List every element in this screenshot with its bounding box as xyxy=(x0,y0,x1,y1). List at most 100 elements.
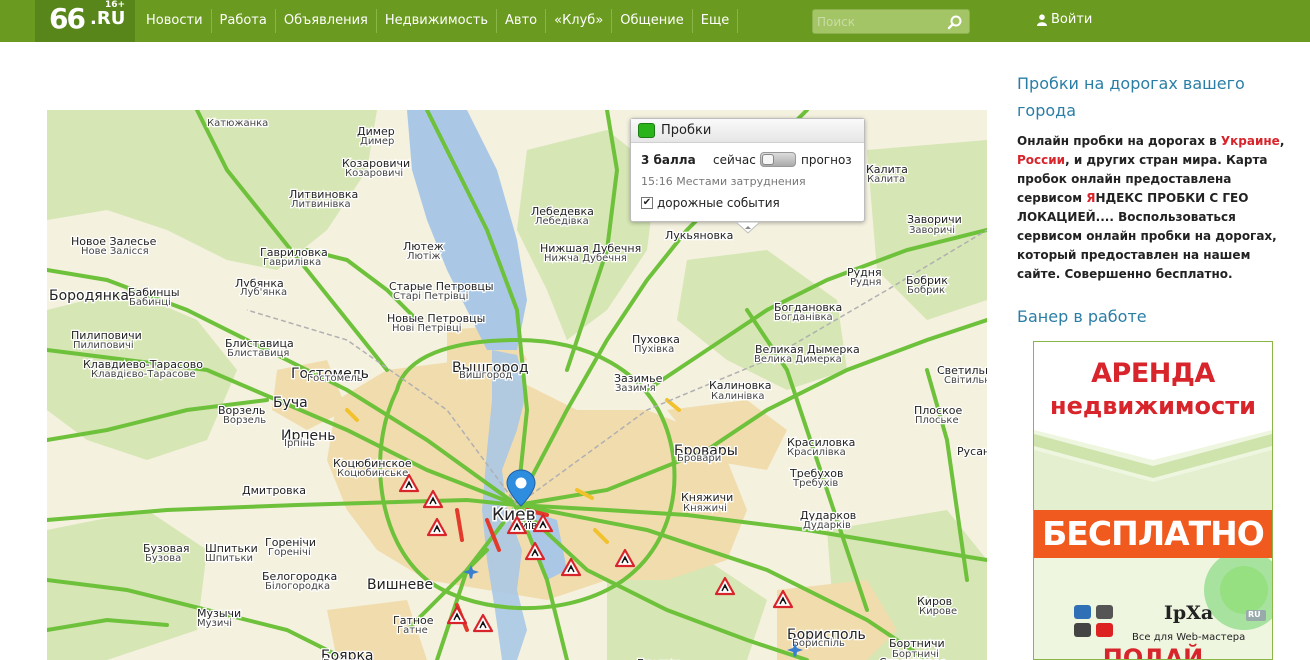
banner-line-realty: недвижимости xyxy=(1049,392,1256,420)
top-navigation-bar: 66 .RU 16+ Новости Работа Объявления Нед… xyxy=(0,0,1310,42)
map-place-label: Счастливое xyxy=(879,656,947,660)
site-logo[interactable]: 66 .RU 16+ xyxy=(35,0,135,42)
map-place-label: Коцюбинське xyxy=(337,468,408,479)
login-link[interactable]: Войти xyxy=(1037,12,1092,27)
nav-item-auto[interactable]: Авто xyxy=(496,9,545,33)
map-place-label: Рудня xyxy=(850,277,881,288)
map-place-label: Бобрик xyxy=(907,285,945,296)
map-place-label: Пухівка xyxy=(634,343,674,355)
banner-heading: Банер в работе xyxy=(1017,307,1147,326)
desc-part: , xyxy=(1279,134,1285,148)
map-place-label: Козаровичі xyxy=(345,167,403,179)
map-place-label: Княжичі xyxy=(683,502,727,514)
popup-tail-icon xyxy=(736,222,760,234)
map-place-label: Старі Петрівці xyxy=(393,290,468,302)
road-events-label: дорожные события xyxy=(657,196,780,210)
sidebar-description: Онлайн пробки на дорогах в Украине, Росс… xyxy=(1017,132,1287,284)
banner-brand-badge: RU xyxy=(1248,610,1261,619)
map-place-label: Бровари xyxy=(677,453,721,464)
map-place-label: Буча xyxy=(273,395,308,411)
traffic-light-icon xyxy=(638,123,655,138)
map-place-label: Світильне xyxy=(944,374,987,386)
map-place-label: Зазим'я xyxy=(615,383,656,394)
map-place-label: Гатне xyxy=(397,625,428,636)
map-place-label: Калита xyxy=(867,174,905,185)
map-place-label: Нові Петрівці xyxy=(392,322,462,334)
sidebar: Пробки на дорогах вашего города Онлайн п… xyxy=(1017,70,1287,326)
map-place-label: Ворзель xyxy=(223,415,266,426)
map-place-label: Нове Залісся xyxy=(81,245,149,257)
map-place-label: Калинівка xyxy=(711,390,765,402)
map-place-label: Лукьяновка xyxy=(665,229,733,242)
map-place-label: Катюжанка xyxy=(207,118,268,129)
map-place-label: Русанов xyxy=(957,445,987,458)
forecast-label[interactable]: прогноз xyxy=(801,153,852,167)
checkbox-check-icon[interactable]: ✔ xyxy=(641,197,653,209)
logo-domain: .RU xyxy=(90,8,126,29)
search-input[interactable] xyxy=(817,13,942,31)
logo-number: 66 xyxy=(49,2,86,35)
main-nav: Новости Работа Объявления Недвижимость А… xyxy=(138,9,739,33)
map-place-label: Дмитровка xyxy=(242,484,306,497)
map-place-label: Бориспіль xyxy=(792,637,845,649)
map-place-label: Заворичі xyxy=(909,224,955,236)
map-place-label: Дударків xyxy=(803,519,851,531)
ukraine-link[interactable]: Украине xyxy=(1221,134,1280,148)
map-place-label: Бородянка xyxy=(49,288,129,304)
map-place-label: Луб'янка xyxy=(240,287,287,298)
map-place-label: Шпитьки xyxy=(205,553,253,564)
sidebar-title: Пробки на дорогах вашего города xyxy=(1017,74,1245,120)
ad-banner[interactable]: АРЕНДА недвижимости БЕСПЛАТНО IpXa RU Вс… xyxy=(1033,341,1273,660)
map-place-label: Бабинці xyxy=(129,296,171,308)
road-events-checkbox[interactable]: ✔ дорожные события xyxy=(641,196,780,210)
banner-line-submit: ПОДАЙ xyxy=(1102,644,1204,660)
nav-item-news[interactable]: Новости xyxy=(138,9,211,33)
nav-item-more[interactable]: Еще xyxy=(691,9,739,33)
map-place-label: Нижча Дубечня xyxy=(544,253,627,264)
now-label[interactable]: сейчас xyxy=(713,153,756,167)
nav-item-jobs[interactable]: Работа xyxy=(210,9,275,33)
popup-header: Пробки xyxy=(631,119,864,143)
traffic-popup: Пробки 3 балла сейчас прогноз 15:16 Мест… xyxy=(630,118,865,234)
user-icon xyxy=(1037,13,1047,26)
nav-item-realty[interactable]: Недвижимость xyxy=(375,9,496,33)
search-icon[interactable] xyxy=(947,14,963,30)
map-place-label: Музичі xyxy=(197,617,232,629)
age-rating-badge: 16+ xyxy=(105,0,126,10)
map-place-label: Димер xyxy=(360,136,394,147)
map-place-label: Ірпінь xyxy=(284,437,315,449)
banner-background xyxy=(1034,342,1272,659)
map-place-label: Плоське xyxy=(915,415,959,426)
map-place-label: Лебедівка xyxy=(535,215,589,227)
toggle-knob[interactable] xyxy=(762,154,774,165)
banner-tagline: Все для Web-мастера xyxy=(1132,632,1246,643)
banner-line-rent: АРЕНДА xyxy=(1091,358,1215,389)
desc-part: Онлайн пробки на дорогах в xyxy=(1017,134,1221,148)
nav-item-club[interactable]: «Клуб» xyxy=(545,9,611,33)
map-place-label: Богданівка xyxy=(774,311,833,323)
nav-item-ads[interactable]: Объявления xyxy=(274,9,376,33)
map-place-label: Гаврилівка xyxy=(263,256,321,268)
traffic-status: 15:16 Местами затруднения xyxy=(641,175,806,188)
map-place-label: Горенічі xyxy=(268,546,311,558)
nav-item-social[interactable]: Общение xyxy=(611,9,691,33)
traffic-score-row: 3 балла сейчас прогноз xyxy=(641,152,856,167)
map-place-label: Гостомель xyxy=(307,373,363,384)
map-place-label: Требухів xyxy=(792,477,838,489)
road-works-icon[interactable] xyxy=(472,613,494,633)
now-forecast-toggle[interactable] xyxy=(760,152,796,167)
map-place-label: Велика Димерка xyxy=(754,354,842,365)
map-place-label: Вишневе xyxy=(367,577,433,593)
map-place-label: Білогородка xyxy=(265,580,330,592)
traffic-score: 3 балла xyxy=(641,153,696,167)
banner-free-stripe: БЕСПЛАТНО xyxy=(1034,510,1272,558)
search-box xyxy=(812,9,970,34)
map-place-label: Пилиповичі xyxy=(73,339,134,351)
map-place-label: Лютіж xyxy=(407,250,441,262)
map-place-label: Бузова xyxy=(145,553,181,564)
login-label: Войти xyxy=(1051,12,1093,27)
russia-link[interactable]: России xyxy=(1017,153,1065,167)
map-place-label: Вишгород xyxy=(459,370,512,381)
map-place-label: Клавдієво-Тарасове xyxy=(91,368,196,380)
banner-brand: IpXa xyxy=(1164,602,1214,624)
